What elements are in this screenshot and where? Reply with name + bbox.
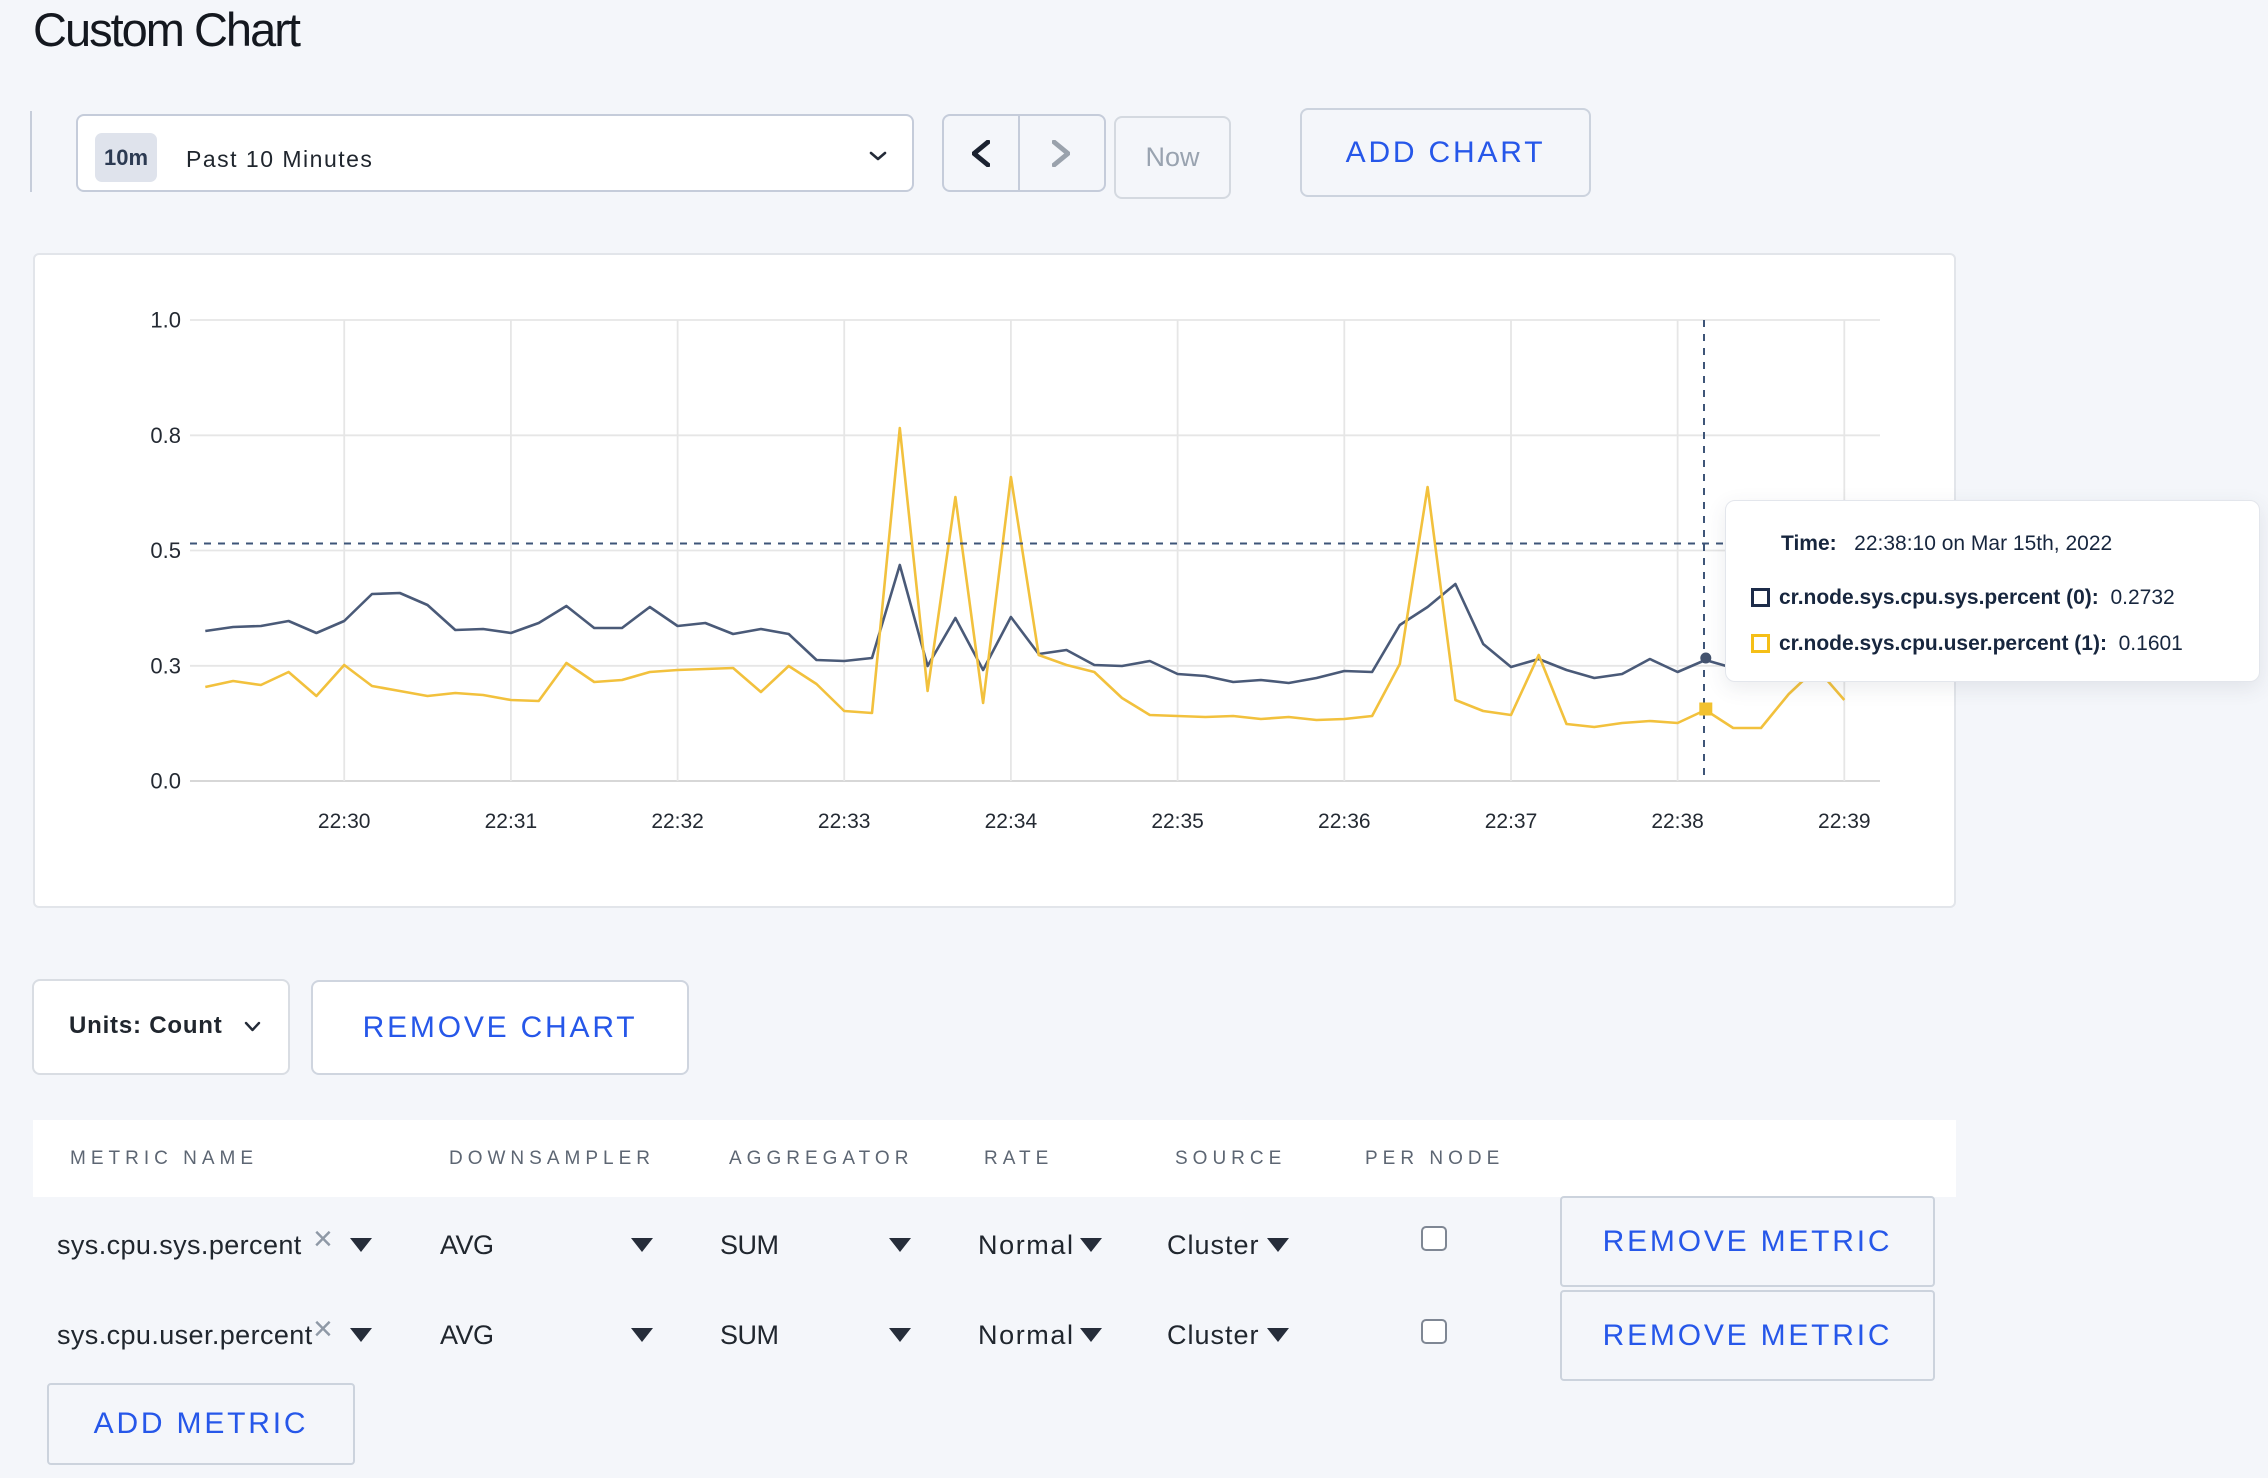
svg-text:22:38: 22:38 <box>1651 810 1704 833</box>
svg-text:22:39: 22:39 <box>1818 810 1871 833</box>
svg-text:22:30: 22:30 <box>318 810 371 833</box>
svg-text:22:37: 22:37 <box>1485 810 1538 833</box>
svg-text:0.8: 0.8 <box>150 423 181 448</box>
svg-text:22:34: 22:34 <box>985 810 1038 833</box>
svg-text:1.0: 1.0 <box>150 308 181 333</box>
svg-text:22:32: 22:32 <box>651 810 704 833</box>
svg-text:22:33: 22:33 <box>818 810 871 833</box>
svg-text:0.5: 0.5 <box>150 538 181 563</box>
svg-text:0.0: 0.0 <box>150 769 181 794</box>
svg-text:22:35: 22:35 <box>1151 810 1204 833</box>
svg-text:22:31: 22:31 <box>485 810 538 833</box>
svg-text:22:36: 22:36 <box>1318 810 1371 833</box>
svg-text:0.3: 0.3 <box>150 653 181 678</box>
